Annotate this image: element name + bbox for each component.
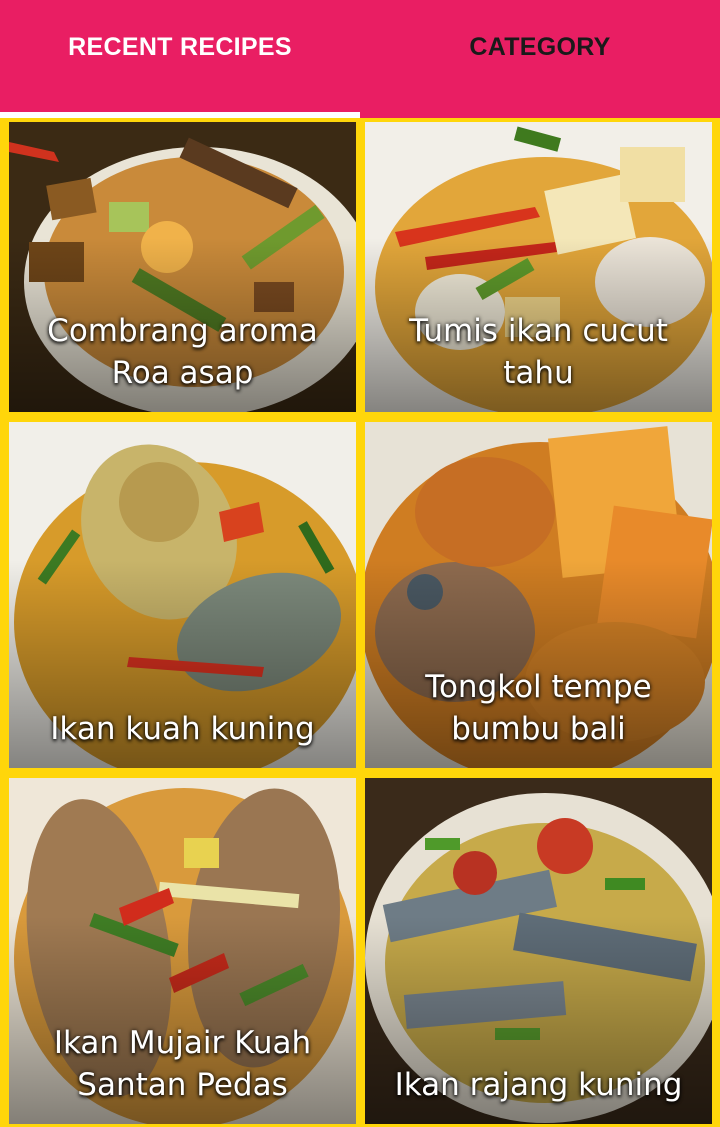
recipe-title: Tumis ikan cucut tahu <box>409 313 668 391</box>
recipe-card[interactable]: Tumis ikan cucut tahu <box>365 122 712 412</box>
recipe-grid: Combrang aroma Roa asap Tumis ikan cucut… <box>0 118 720 1127</box>
recipe-card[interactable]: Tongkol tempe bumbu bali <box>365 422 712 768</box>
recipe-card[interactable]: Ikan kuah kuning <box>9 422 356 768</box>
tab-recent-recipes[interactable]: RECENT RECIPES <box>0 0 360 118</box>
recipe-title: Combrang aroma Roa asap <box>47 313 318 391</box>
recipe-card[interactable]: Ikan rajang kuning <box>365 778 712 1124</box>
tab-category[interactable]: CATEGORY <box>360 0 720 118</box>
recipe-title: Ikan rajang kuning <box>394 1067 683 1103</box>
recipe-title: Tongkol tempe bumbu bali <box>425 669 652 747</box>
recipe-card[interactable]: Combrang aroma Roa asap <box>9 122 356 412</box>
recipe-card[interactable]: Ikan Mujair Kuah Santan Pedas <box>9 778 356 1124</box>
tab-bar: RECENT RECIPES CATEGORY <box>0 0 720 118</box>
recipe-title: Ikan Mujair Kuah Santan Pedas <box>53 1025 312 1103</box>
recipe-title: Ikan kuah kuning <box>50 711 315 747</box>
